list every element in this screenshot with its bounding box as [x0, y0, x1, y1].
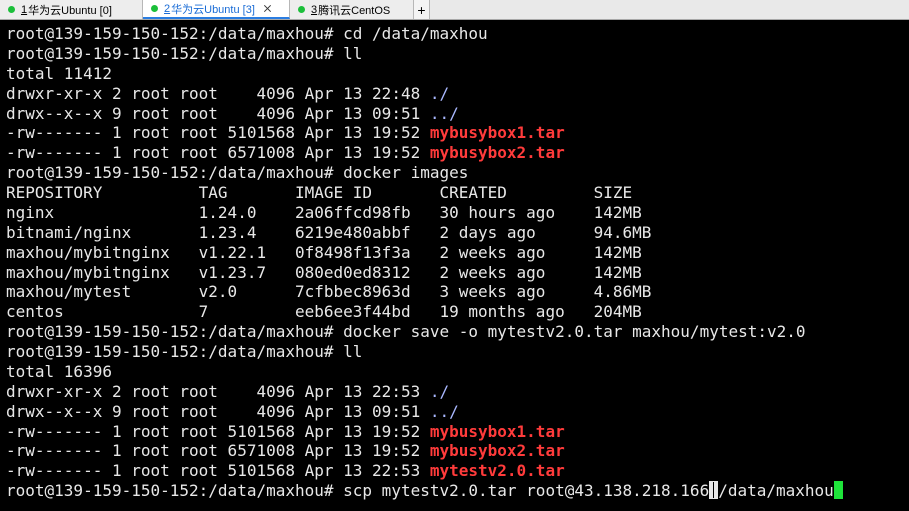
session-tab-bar: 1 华为云Ubuntu [0] 2 华为云Ubuntu [3] 3 腾讯云Cen… — [0, 0, 909, 20]
terminal-text: root@139-159-150-152:/data/maxhou# docke… — [6, 163, 469, 183]
terminal-text: -rw------- 1 root root 6571008 Apr 13 19… — [6, 143, 430, 163]
terminal-line: -rw------- 1 root root 6571008 Apr 13 19… — [6, 441, 906, 461]
terminal-text: maxhou/mybitnginx v1.22.1 0f8498f13f3a 2… — [6, 242, 642, 262]
archive-filename: mybusybox1.tar — [429, 123, 565, 143]
terminal-text: root@139-159-150-152:/data/maxhou# ll — [6, 342, 363, 361]
archive-filename: mytestv2.0.tar — [429, 461, 565, 481]
tab-index: 2 — [164, 2, 171, 15]
terminal-line: drwxr-xr-x 2 root root 4096 Apr 13 22:48… — [6, 84, 906, 104]
terminal-line: total 11412 — [6, 64, 906, 84]
terminal-line: maxhou/mytest v2.0 7cfbbec8963d 3 weeks … — [6, 282, 906, 302]
directory-name: ../ — [429, 401, 459, 421]
close-icon[interactable] — [263, 4, 272, 13]
tab-index: 3 — [311, 3, 318, 16]
directory-name: ../ — [429, 103, 459, 123]
tab-huawei-ubuntu-3[interactable]: 2 华为云Ubuntu [3] — [143, 0, 290, 19]
terminal-line: nginx 1.24.0 2a06ffcd98fb 30 hours ago 1… — [6, 203, 906, 223]
archive-filename: mybusybox2.tar — [429, 143, 565, 163]
terminal-line: drwxr-xr-x 2 root root 4096 Apr 13 22:53… — [6, 382, 906, 402]
terminal-line: maxhou/mybitnginx v1.23.7 080ed0ed8312 2… — [6, 263, 906, 283]
directory-name: ./ — [429, 83, 450, 103]
terminal-line: centos 7 eeb6ee3f44bd 19 months ago 204M… — [6, 302, 906, 322]
connected-status-icon — [151, 5, 158, 12]
terminal-text: total 16396 — [6, 361, 112, 381]
terminal-text: maxhou/mybitnginx v1.23.7 080ed0ed8312 2… — [6, 262, 642, 282]
command-text: root@139-159-150-152:/data/maxhou# scp m… — [6, 481, 710, 501]
terminal-line: -rw------- 1 root root 6571008 Apr 13 19… — [6, 143, 906, 163]
tab-label: 华为云Ubuntu [3] — [171, 3, 255, 16]
terminal-text: bitnami/nginx 1.23.4 6219e480abbf 2 days… — [6, 222, 652, 242]
terminal-line: root@139-159-150-152:/data/maxhou# ll — [6, 342, 906, 362]
text-cursor-ibeam-icon — [709, 481, 719, 500]
terminal-line: drwx--x--x 9 root root 4096 Apr 13 09:51… — [6, 104, 906, 124]
terminal-text: root@139-159-150-152:/data/maxhou# ll — [6, 43, 363, 63]
terminal-text: -rw------- 1 root root 6571008 Apr 13 19… — [6, 441, 430, 461]
terminal-line: -rw------- 1 root root 5101568 Apr 13 19… — [6, 422, 906, 442]
connected-status-icon — [298, 6, 305, 13]
tab-tencent-centos[interactable]: 3 腾讯云CentOS — [290, 0, 414, 19]
terminal-line: -rw------- 1 root root 5101568 Apr 13 22… — [6, 461, 906, 481]
terminal-text: drwx--x--x 9 root root 4096 Apr 13 09:51 — [6, 103, 430, 123]
add-tab-button[interactable]: + — [414, 0, 430, 19]
archive-filename: mybusybox1.tar — [429, 421, 565, 441]
tab-index: 1 — [21, 3, 28, 16]
terminal-line: root@139-159-150-152:/data/maxhou# ll — [6, 44, 906, 64]
terminal-line: drwx--x--x 9 root root 4096 Apr 13 09:51… — [6, 402, 906, 422]
command-text: /data/maxhou — [718, 481, 834, 501]
terminal-text: -rw------- 1 root root 5101568 Apr 13 22… — [6, 461, 430, 481]
terminal-line: bitnami/nginx 1.23.4 6219e480abbf 2 days… — [6, 223, 906, 243]
terminal-text: total 11412 — [6, 63, 112, 83]
terminal-line: root@139-159-150-152:/data/maxhou# docke… — [6, 163, 906, 183]
tab-label: 华为云Ubuntu [0] — [28, 4, 112, 17]
directory-name: ./ — [429, 381, 450, 401]
terminal-line: total 16396 — [6, 362, 906, 382]
connected-status-icon — [8, 6, 15, 13]
terminal-line: maxhou/mybitnginx v1.22.1 0f8498f13f3a 2… — [6, 243, 906, 263]
terminal-text: drwx--x--x 9 root root 4096 Apr 13 09:51 — [6, 401, 430, 421]
terminal-line: -rw------- 1 root root 5101568 Apr 13 19… — [6, 123, 906, 143]
tab-label: 腾讯云CentOS — [318, 4, 391, 17]
terminal-line: REPOSITORY TAG IMAGE ID CREATED SIZE — [6, 183, 906, 203]
terminal-text: root@139-159-150-152:/data/maxhou# cd /d… — [6, 24, 488, 43]
current-command-line[interactable]: root@139-159-150-152:/data/maxhou# scp m… — [6, 481, 906, 501]
terminal-text: maxhou/mytest v2.0 7cfbbec8963d 3 weeks … — [6, 282, 652, 302]
terminal-text: -rw------- 1 root root 5101568 Apr 13 19… — [6, 421, 430, 441]
tab-huawei-ubuntu-0[interactable]: 1 华为云Ubuntu [0] — [0, 0, 143, 19]
archive-filename: mybusybox2.tar — [429, 441, 565, 461]
terminal-line: root@139-159-150-152:/data/maxhou# cd /d… — [6, 24, 906, 44]
terminal-text: drwxr-xr-x 2 root root 4096 Apr 13 22:48 — [6, 83, 430, 103]
terminal-text: nginx 1.24.0 2a06ffcd98fb 30 hours ago 1… — [6, 202, 642, 222]
block-cursor — [833, 481, 843, 500]
terminal-text: REPOSITORY TAG IMAGE ID CREATED SIZE — [6, 183, 633, 202]
terminal-output[interactable]: root@139-159-150-152:/data/maxhou# cd /d… — [6, 24, 906, 501]
terminal-text: root@139-159-150-152:/data/maxhou# docke… — [6, 322, 806, 342]
terminal-text: drwxr-xr-x 2 root root 4096 Apr 13 22:53 — [6, 381, 430, 401]
terminal-text: -rw------- 1 root root 5101568 Apr 13 19… — [6, 123, 430, 143]
terminal-text: centos 7 eeb6ee3f44bd 19 months ago 204M… — [6, 302, 642, 322]
terminal-line: root@139-159-150-152:/data/maxhou# docke… — [6, 322, 906, 342]
